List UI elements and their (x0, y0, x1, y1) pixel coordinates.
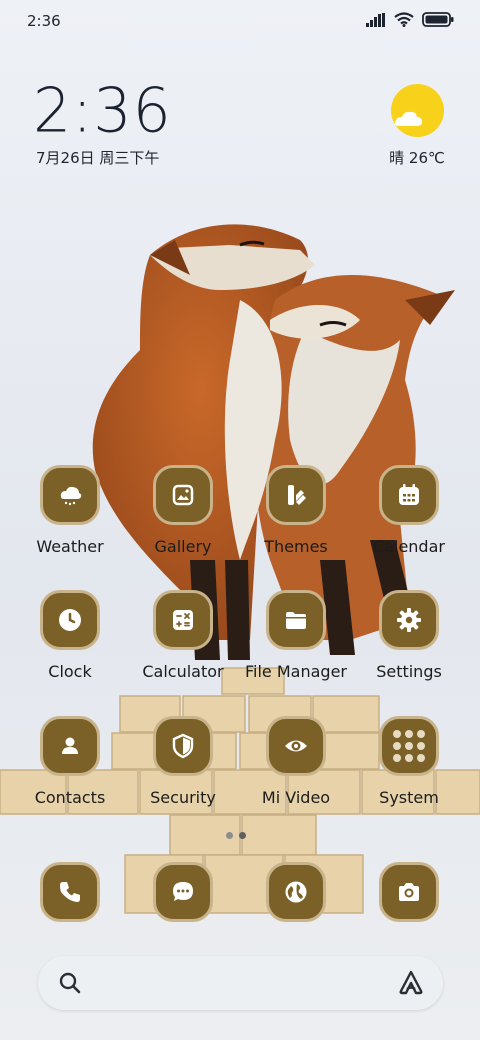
app-calendar[interactable]: Calendar (354, 465, 464, 565)
app-label: Calendar (373, 537, 445, 556)
app-themes[interactable]: Themes (241, 465, 351, 565)
search-input[interactable] (98, 970, 378, 996)
messages-icon (173, 882, 193, 901)
camera-icon (399, 883, 419, 901)
app-label: Clock (48, 662, 92, 681)
clock-widget-time[interactable]: 2:36 (33, 75, 172, 146)
app-security[interactable]: Security (128, 716, 238, 816)
calculator-icon (173, 610, 193, 630)
browser-globe-icon (285, 881, 307, 903)
search-bar[interactable] (38, 956, 443, 1010)
dock-phone[interactable] (15, 862, 125, 962)
clock-icon (59, 609, 81, 631)
gallery-icon (172, 484, 194, 506)
app-clock[interactable]: Clock (15, 590, 125, 690)
phone-icon (60, 882, 80, 902)
app-label: Gallery (154, 537, 212, 556)
app-file-manager[interactable]: File Manager (241, 590, 351, 690)
app-label: Contacts (34, 788, 106, 807)
dock-camera[interactable] (354, 862, 464, 962)
eye-icon (285, 740, 307, 752)
assistant-icon[interactable] (397, 969, 425, 997)
search-icon[interactable] (58, 971, 82, 995)
gear-icon (397, 608, 421, 632)
folder-icon (286, 612, 306, 629)
calendar-icon (399, 484, 419, 505)
app-label: Calculator (142, 662, 224, 681)
weather-widget-text: 晴 26℃ (385, 147, 449, 168)
contacts-icon (62, 737, 78, 754)
app-label: Weather (36, 537, 104, 556)
app-label: Settings (376, 662, 442, 681)
status-bar: 2:36 (0, 0, 480, 42)
app-gallery[interactable]: Gallery (128, 465, 238, 565)
wifi-icon (394, 12, 414, 27)
shield-icon (172, 733, 194, 759)
app-calculator[interactable]: Calculator (128, 590, 238, 690)
status-time: 2:36 (27, 12, 61, 30)
page-dot-active (239, 832, 246, 839)
clock-widget-date: 7月26日 周三下午 (36, 149, 160, 167)
folder-grid-icon (393, 730, 425, 762)
themes-icon (288, 485, 306, 505)
cloud-icon (395, 111, 422, 126)
app-label: System (379, 788, 439, 807)
signal-icon (366, 12, 385, 27)
app-mi-video[interactable]: Mi Video (241, 716, 351, 816)
app-label: Mi Video (261, 788, 331, 807)
app-settings[interactable]: Settings (354, 590, 464, 690)
app-folder-system[interactable]: System (354, 716, 464, 816)
app-weather[interactable]: Weather (15, 465, 125, 565)
weather-temperature: 26℃ (408, 149, 445, 167)
app-contacts[interactable]: Contacts (15, 716, 125, 816)
sun-cloud-icon[interactable] (391, 84, 444, 137)
page-dot (226, 832, 233, 839)
dock-browser[interactable] (241, 862, 351, 962)
app-label: Security (150, 788, 216, 807)
status-icons (366, 12, 454, 27)
page-indicator[interactable] (226, 832, 246, 839)
app-label: File Manager (245, 662, 347, 681)
dock-messages[interactable] (128, 862, 238, 962)
app-label: Themes (264, 537, 328, 556)
battery-icon (422, 12, 454, 27)
weather-condition: 晴 (389, 149, 405, 167)
weather-cloud-icon (60, 486, 82, 506)
